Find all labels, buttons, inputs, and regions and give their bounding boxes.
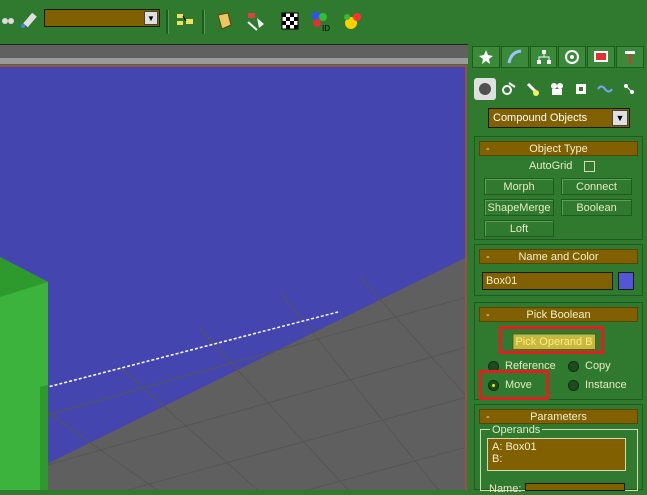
pick-operand-highlight (499, 326, 604, 354)
object-color-swatch[interactable] (618, 272, 634, 290)
display-tab-icon[interactable] (587, 46, 616, 68)
operand-b-item[interactable]: B: (492, 453, 621, 465)
named-selection-icon[interactable] (173, 9, 197, 33)
copy-label: Copy (585, 360, 611, 372)
operand-name-label: Name: (489, 483, 522, 495)
object-type-rollout: - Object Type AutoGrid Morph Connect Sha… (474, 136, 643, 240)
move-option-highlight (479, 370, 549, 400)
collapse-icon[interactable]: - (486, 308, 490, 323)
connect-button[interactable]: Connect (561, 178, 632, 195)
category-dropdown-value: Compound Objects (493, 112, 588, 124)
chevron-down-icon[interactable]: ▼ (612, 110, 628, 126)
parameters-rollout: - Parameters Operands A: Box01 B: Name: (474, 404, 643, 495)
named-selection-dropdown[interactable]: ▼ (44, 9, 160, 27)
copy-radio[interactable] (568, 361, 579, 372)
hierarchy-tab-icon[interactable] (529, 46, 558, 68)
collapse-icon[interactable]: - (486, 250, 490, 265)
boolean-button[interactable]: Boolean (561, 199, 632, 216)
helpers-icon[interactable] (570, 78, 592, 100)
parameters-title: Parameters (530, 411, 587, 423)
shapemerge-button[interactable]: ShapeMerge (484, 199, 554, 216)
mirror-icon[interactable] (212, 9, 236, 33)
toolbar-separator (166, 10, 169, 34)
material-editor-icon[interactable] (278, 9, 302, 33)
morph-button[interactable]: Morph (484, 178, 554, 195)
lights-icon[interactable] (522, 78, 544, 100)
object-name-field[interactable]: Box01 (482, 272, 613, 290)
create-subcategories (474, 78, 645, 100)
align-icon[interactable] (244, 9, 268, 33)
ground-plane (0, 257, 465, 490)
instance-radio[interactable] (568, 380, 579, 391)
motion-tab-icon[interactable] (558, 46, 587, 68)
loft-button[interactable]: Loft (484, 220, 554, 237)
utilities-tab-icon[interactable] (616, 46, 644, 68)
viewport-scene (0, 257, 465, 490)
box01-side (40, 385, 48, 490)
name-and-color-header[interactable]: - Name and Color (479, 249, 638, 264)
chevron-down-icon[interactable]: ▼ (144, 11, 158, 25)
operands-list[interactable]: A: Box01 B: (487, 438, 626, 471)
perspective-viewport[interactable] (0, 65, 467, 490)
pick-boolean-title: Pick Boolean (526, 309, 591, 321)
operand-a-item[interactable]: A: Box01 (492, 441, 621, 453)
object-id-icon[interactable]: ID (308, 9, 332, 33)
instance-label: Instance (585, 379, 627, 391)
teapot-render-icon[interactable] (341, 9, 365, 33)
main-toolbar: ▼ ID (0, 0, 647, 44)
collapse-icon[interactable]: - (486, 410, 490, 425)
autogrid-label: AutoGrid (529, 160, 573, 172)
object-type-header[interactable]: - Object Type (479, 141, 638, 156)
modify-tab-icon[interactable] (500, 46, 529, 68)
operands-label: Operands (490, 424, 543, 436)
space-warps-icon[interactable] (594, 78, 616, 100)
create-tab-icon[interactable] (472, 46, 500, 68)
command-panel-tabs (472, 46, 645, 70)
collapse-icon[interactable]: - (486, 142, 490, 157)
systems-icon[interactable] (618, 78, 640, 100)
cameras-icon[interactable] (546, 78, 568, 100)
pick-boolean-header[interactable]: - Pick Boolean (479, 307, 638, 322)
svg-text:ID: ID (322, 24, 330, 33)
shapes-icon[interactable] (498, 78, 520, 100)
viewport-top-rule (0, 58, 468, 64)
parameters-header[interactable]: - Parameters (479, 409, 638, 424)
object-type-title: Object Type (529, 143, 588, 155)
unlink-icon[interactable] (16, 9, 40, 33)
geometry-icon[interactable] (474, 78, 496, 100)
toolbar-separator (202, 10, 205, 34)
category-dropdown[interactable]: Compound Objects ▼ (488, 108, 630, 128)
name-and-color-rollout: - Name and Color Box01 (474, 244, 643, 296)
autogrid-checkbox[interactable] (584, 161, 595, 172)
name-and-color-title: Name and Color (518, 251, 599, 263)
